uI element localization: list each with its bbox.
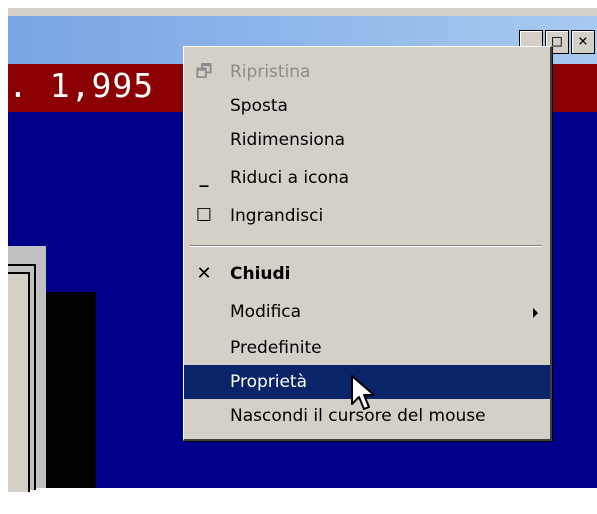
close-icon: ✕ <box>196 263 212 284</box>
menu-item-label: Sposta <box>230 96 288 116</box>
ticker-text: . 1,995 <box>8 66 155 105</box>
menu-item-modifica[interactable]: Modifica <box>184 295 550 329</box>
side-panel <box>8 246 46 492</box>
menu-item-ripristina[interactable]: 🗗 Ripristina <box>184 55 550 89</box>
mouse-cursor-icon <box>351 375 375 410</box>
menu-item-label: Modifica <box>230 302 302 322</box>
menu-item-riduci[interactable]: _ Riduci a icona <box>184 161 550 195</box>
menu-separator <box>190 245 542 247</box>
menu-item-predefinite[interactable]: Predefinite <box>184 331 550 365</box>
submenu-arrow-icon <box>533 308 538 318</box>
menu-item-label: Proprietà <box>230 372 308 392</box>
menu-item-label: Riduci a icona <box>230 168 350 188</box>
panel-frame-inner <box>8 272 30 492</box>
menu-item-label: Chiudi <box>230 264 291 284</box>
menu-item-ridimensiona[interactable]: Ridimensiona <box>184 123 550 157</box>
menu-item-sposta[interactable]: Sposta <box>184 89 550 123</box>
black-panel <box>46 292 96 488</box>
panel-frame <box>8 264 36 492</box>
menu-item-label: Ingrandisci <box>230 206 324 226</box>
menu-item-chiudi[interactable]: ✕ Chiudi <box>184 257 550 291</box>
menu-item-label: Ripristina <box>230 62 311 82</box>
maximize-icon: ☐ <box>195 205 213 226</box>
restore-icon: 🗗 <box>195 61 213 82</box>
menu-item-label: Ridimensiona <box>230 130 346 150</box>
close-button[interactable]: × <box>571 30 595 54</box>
menu-item-label: Predefinite <box>230 338 322 358</box>
menu-item-ingrandisci[interactable]: ☐ Ingrandisci <box>184 199 550 233</box>
minimize-icon: _ <box>199 167 209 188</box>
